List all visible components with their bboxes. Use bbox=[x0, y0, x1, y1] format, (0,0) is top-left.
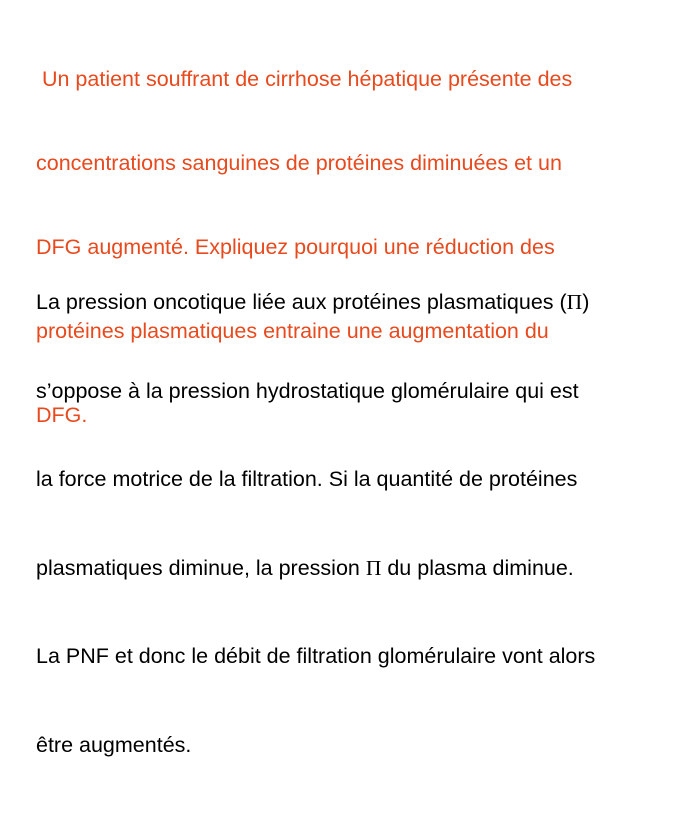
answer-line-2: s’oppose à la pression hydrostatique glo… bbox=[36, 378, 579, 403]
pi-symbol: Π bbox=[566, 290, 583, 314]
question-line-1: Un patient souffrant de cirrhose hépatiq… bbox=[36, 67, 573, 91]
answer-line-1: La pression oncotique liée aux protéines… bbox=[36, 288, 676, 318]
slide: Un patient souffrant de cirrhose hépatiq… bbox=[0, 0, 681, 757]
answer-line-4-text: plasmatiques diminue, la pression bbox=[36, 555, 366, 580]
answer-line-4: plasmatiques diminue, la pression Π du p… bbox=[36, 554, 676, 584]
answer-line-4-end: du plasma diminue. bbox=[381, 555, 574, 580]
answer-line-1-text: La pression oncotique liée aux protéines… bbox=[36, 290, 567, 314]
answer-line-5: La PNF et donc le débit de filtration gl… bbox=[36, 644, 596, 668]
pi-symbol: Π bbox=[365, 555, 382, 580]
question-line-2: concentrations sanguines de protéines di… bbox=[36, 151, 562, 175]
answer-line-6: être augmentés. bbox=[36, 732, 192, 757]
answer-line-3: la force motrice de la filtration. Si la… bbox=[36, 467, 578, 491]
answer-line-1-close: ) bbox=[582, 290, 590, 314]
answer-text: La pression oncotique liée aux protéines… bbox=[36, 229, 676, 819]
